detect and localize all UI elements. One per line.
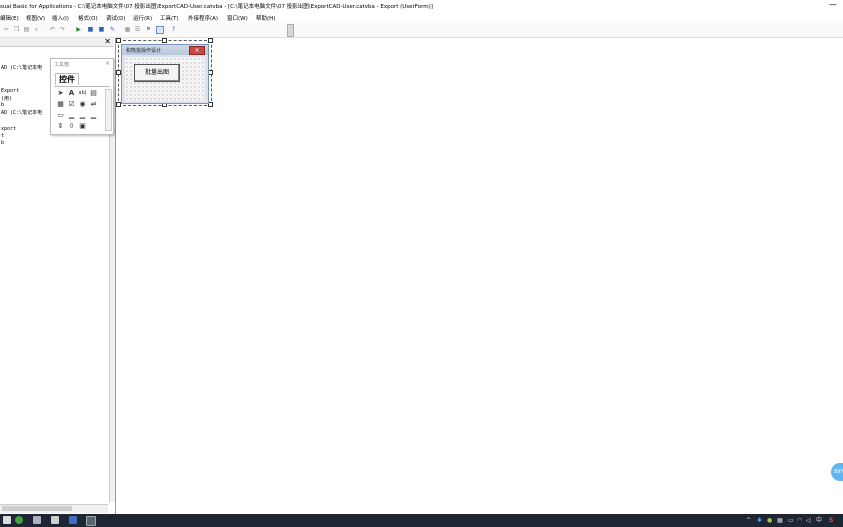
close-icon[interactable]: ✕ — [189, 46, 205, 55]
resize-handle[interactable] — [208, 38, 213, 43]
title-bar: sual Basic for Applications - C:\笔记本电脑文件… — [0, 0, 843, 11]
scrollbar-thumb[interactable] — [2, 506, 72, 511]
scrollbar-icon[interactable]: ⇕ — [56, 122, 65, 131]
catia-icon[interactable] — [69, 516, 77, 524]
toolbox-window[interactable]: 工具箱 × 控件 ➤ A ab| ▤ ▦ ☑ ◉ ⇌ ▭ ▁ ▁ ▁ ⇕ ⇳ ▣ — [50, 58, 114, 135]
batch-export-button[interactable]: 批量出图 — [134, 64, 180, 82]
browser-icon[interactable] — [15, 516, 23, 524]
menu-run[interactable]: 运行(R) — [133, 14, 152, 22]
redo-icon[interactable]: ↷ — [59, 26, 66, 33]
menu-insert[interactable]: 插入(I) — [52, 14, 69, 22]
run-icon[interactable]: ▶ — [75, 26, 82, 33]
code-pane-header: ✕ — [0, 37, 114, 47]
copy-icon[interactable]: ❐ — [13, 26, 20, 33]
bluetooth-icon[interactable]: ✱ — [757, 516, 762, 525]
network-icon[interactable]: ▦ — [777, 516, 783, 525]
input-language[interactable]: 中 — [816, 516, 822, 525]
object-browser-icon[interactable]: ⚑ — [145, 26, 152, 33]
menu-format[interactable]: 格式(O) — [78, 14, 98, 22]
close-icon[interactable]: × — [105, 60, 110, 67]
volume-icon[interactable]: ◁ — [806, 516, 811, 525]
reset-icon[interactable]: ■ — [98, 26, 105, 33]
menu-addins[interactable]: 外接程序(A) — [188, 14, 218, 22]
checkbox-icon[interactable]: ☑ — [67, 100, 76, 109]
listbox-icon[interactable]: ▦ — [56, 100, 65, 109]
menu-view[interactable]: 视图(V) — [26, 14, 45, 22]
notes-icon[interactable] — [51, 516, 59, 524]
multipage-icon[interactable]: ▁ — [89, 111, 98, 120]
paste-icon[interactable]: ▤ — [23, 26, 30, 33]
close-icon[interactable]: ✕ — [104, 37, 111, 46]
file-explorer-icon[interactable] — [33, 516, 41, 524]
horizontal-scrollbar[interactable] — [0, 504, 108, 513]
spinbutton-icon[interactable]: ⇳ — [67, 122, 76, 131]
commandbutton-icon[interactable]: ▁ — [67, 111, 76, 120]
togglebutton-icon[interactable]: ⇌ — [89, 100, 98, 109]
undo-icon[interactable]: ↶ — [49, 26, 56, 33]
controls-grid: ➤ A ab| ▤ ▦ ☑ ◉ ⇌ ▭ ▁ ▁ ▁ ⇕ ⇳ ▣ — [54, 86, 112, 133]
project-explorer-icon[interactable]: ▦ — [124, 26, 131, 33]
battery-icon[interactable]: ▭ — [788, 516, 794, 525]
userform-body[interactable]: 批量出图 — [125, 57, 205, 101]
code-line: xport — [1, 126, 17, 132]
taskbar: ^ ✱ ● ▦ ▭ ◠ ◁ 中 S — [0, 514, 843, 527]
find-icon[interactable]: ⌕ — [33, 26, 40, 33]
resize-handle[interactable] — [116, 38, 121, 43]
code-line: AD (C:\笔记本电 — [1, 110, 43, 116]
code-line: t — [1, 133, 5, 139]
vertical-scrollbar[interactable] — [109, 86, 115, 502]
menu-bar: 编辑(E) 视图(V) 插入(I) 格式(O) 调试(D) 运行(R) 工具(T… — [0, 11, 843, 23]
menu-help[interactable]: 帮助(H) — [256, 14, 275, 22]
code-line: b — [1, 102, 5, 108]
resize-handle[interactable] — [162, 38, 167, 43]
menu-edit[interactable]: 编辑(E) — [0, 14, 19, 22]
toolbar-overflow[interactable] — [287, 24, 294, 37]
userform-titlebar: 和熊批操作设计 ✕ — [122, 45, 208, 55]
help-icon[interactable]: ? — [170, 26, 177, 33]
break-icon[interactable]: ■ — [87, 26, 94, 33]
combobox-icon[interactable]: ▤ — [89, 89, 98, 98]
code-line: Export — [1, 88, 20, 94]
toolbar: ✂ ❐ ▤ ⌕ ↶ ↷ ▶ ■ ■ ✎ ▦ ☰ ⚑ ? — [0, 23, 843, 38]
code-line: b — [1, 140, 5, 146]
userform-caption: 和熊批操作设计 — [126, 48, 162, 54]
start-icon[interactable] — [3, 516, 11, 524]
menu-tools[interactable]: 工具(T) — [160, 14, 179, 22]
code-line: AD (C:\笔记本电 — [1, 65, 43, 71]
code-line: (用) — [1, 96, 13, 102]
arrow-pointer-icon[interactable]: ➤ — [56, 89, 65, 98]
minimize-button[interactable]: — — [829, 0, 837, 9]
properties-icon[interactable]: ☰ — [134, 26, 141, 33]
sogou-icon[interactable]: S — [829, 516, 833, 525]
window-title: sual Basic for Applications - C:\笔记本电脑文件… — [0, 4, 433, 10]
menu-debug[interactable]: 调试(D) — [106, 14, 126, 22]
tab-controls[interactable]: 控件 — [55, 73, 79, 85]
menu-window[interactable]: 窗口(W) — [227, 14, 248, 22]
optionbutton-icon[interactable]: ◉ — [78, 100, 87, 109]
textbox-icon[interactable]: ab| — [78, 89, 87, 98]
vba-editor-icon[interactable] — [86, 516, 96, 526]
app-tray-icon[interactable]: ● — [767, 516, 772, 525]
wifi-icon[interactable]: ◠ — [797, 516, 802, 525]
toolbox-scrollbar[interactable] — [105, 89, 112, 131]
label-icon[interactable]: A — [67, 89, 76, 98]
tabstrip-icon[interactable]: ▁ — [78, 111, 87, 120]
frame-icon[interactable]: ▭ — [56, 111, 65, 120]
userform[interactable]: 和熊批操作设计 ✕ 批量出图 — [121, 44, 209, 104]
toolbox-title: 工具箱 — [54, 62, 70, 68]
assistant-bubble[interactable]: 89% — [831, 463, 843, 481]
chevron-up-icon[interactable]: ^ — [746, 516, 751, 525]
image-icon[interactable]: ▣ — [78, 122, 87, 131]
design-mode-icon[interactable]: ✎ — [109, 26, 116, 33]
toolbox-icon[interactable] — [156, 26, 164, 34]
cut-icon[interactable]: ✂ — [3, 26, 10, 33]
form-designer-area[interactable] — [116, 38, 843, 514]
